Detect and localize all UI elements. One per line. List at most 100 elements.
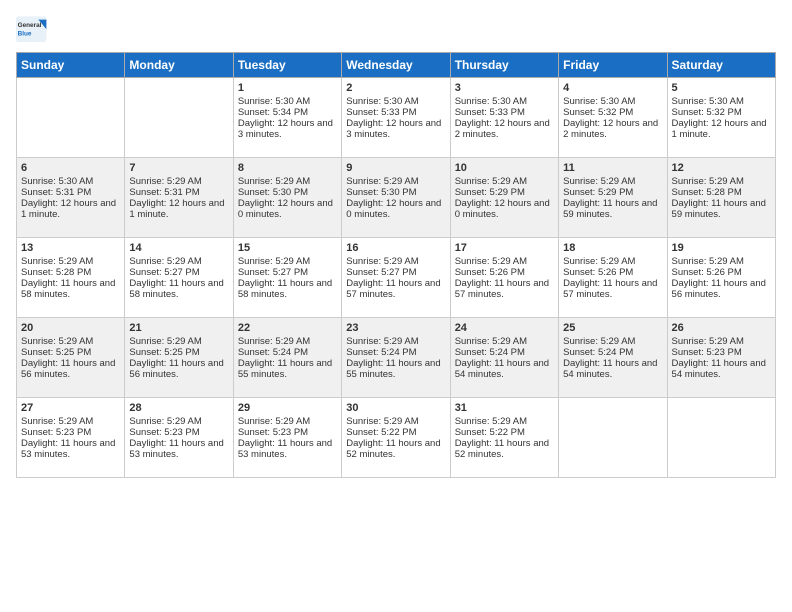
day-info: Daylight: 12 hours and 2 minutes. [563, 118, 662, 140]
day-info: Daylight: 11 hours and 53 minutes. [238, 438, 337, 460]
day-info: Daylight: 12 hours and 0 minutes. [238, 198, 337, 220]
calendar-day [17, 78, 125, 158]
day-info: Sunset: 5:27 PM [346, 267, 445, 278]
day-info: Sunrise: 5:29 AM [21, 416, 120, 427]
day-info: Daylight: 11 hours and 53 minutes. [21, 438, 120, 460]
day-info: Sunrise: 5:29 AM [129, 336, 228, 347]
day-info: Daylight: 11 hours and 53 minutes. [129, 438, 228, 460]
day-info: Daylight: 11 hours and 54 minutes. [672, 358, 771, 380]
day-info: Daylight: 12 hours and 0 minutes. [346, 198, 445, 220]
day-number: 11 [563, 162, 662, 174]
day-number: 6 [21, 162, 120, 174]
day-info: Sunset: 5:26 PM [455, 267, 554, 278]
day-info: Sunset: 5:23 PM [238, 427, 337, 438]
day-info: Sunrise: 5:29 AM [563, 256, 662, 267]
day-info: Sunrise: 5:30 AM [455, 96, 554, 107]
calendar-header-tuesday: Tuesday [233, 53, 341, 78]
day-info: Sunset: 5:33 PM [455, 107, 554, 118]
calendar-day: 15Sunrise: 5:29 AMSunset: 5:27 PMDayligh… [233, 238, 341, 318]
calendar-day: 22Sunrise: 5:29 AMSunset: 5:24 PMDayligh… [233, 318, 341, 398]
day-info: Sunrise: 5:29 AM [563, 176, 662, 187]
svg-text:General: General [18, 22, 42, 29]
calendar-day: 23Sunrise: 5:29 AMSunset: 5:24 PMDayligh… [342, 318, 450, 398]
calendar-day: 16Sunrise: 5:29 AMSunset: 5:27 PMDayligh… [342, 238, 450, 318]
day-info: Daylight: 11 hours and 56 minutes. [21, 358, 120, 380]
calendar-day [125, 78, 233, 158]
day-info: Sunset: 5:24 PM [455, 347, 554, 358]
calendar-day: 2 Sunrise: 5:30 AMSunset: 5:33 PMDaylight… [342, 78, 450, 158]
day-info: Daylight: 11 hours and 58 minutes. [238, 278, 337, 300]
day-info: Sunrise: 5:29 AM [672, 176, 771, 187]
day-number: 17 [455, 242, 554, 254]
calendar-day: 31Sunrise: 5:29 AMSunset: 5:22 PMDayligh… [450, 398, 558, 478]
day-number: 4 [563, 82, 662, 94]
day-info: Sunrise: 5:30 AM [672, 96, 771, 107]
calendar-day: 29 Sunrise: 5:29 AMSunset: 5:23 PMDayligh… [233, 398, 341, 478]
day-number: 2 [346, 82, 445, 94]
day-info: Sunrise: 5:29 AM [21, 256, 120, 267]
day-number: 27 [21, 402, 120, 414]
day-info: Sunrise: 5:29 AM [672, 256, 771, 267]
day-info: Sunrise: 5:30 AM [346, 96, 445, 107]
day-info: Sunrise: 5:29 AM [672, 336, 771, 347]
day-info: Sunset: 5:22 PM [346, 427, 445, 438]
day-info: Sunset: 5:29 PM [455, 187, 554, 198]
day-number: 26 [672, 322, 771, 334]
day-info: Sunrise: 5:29 AM [455, 176, 554, 187]
calendar-day: 21Sunrise: 5:29 AMSunset: 5:25 PMDayligh… [125, 318, 233, 398]
day-info: Daylight: 11 hours and 57 minutes. [455, 278, 554, 300]
calendar-week-2: 6Sunrise: 5:30 AMSunset: 5:31 PMDaylight… [17, 158, 776, 238]
calendar-day [667, 398, 775, 478]
day-info: Sunrise: 5:29 AM [129, 176, 228, 187]
calendar-day: 9Sunrise: 5:29 AMSunset: 5:30 PMDaylight… [342, 158, 450, 238]
day-info: Sunrise: 5:29 AM [455, 256, 554, 267]
day-info: Sunset: 5:34 PM [238, 107, 337, 118]
day-number: 29 [238, 402, 337, 414]
day-info: Sunset: 5:30 PM [346, 187, 445, 198]
calendar-week-5: 27Sunrise: 5:29 AMSunset: 5:23 PMDayligh… [17, 398, 776, 478]
day-info: Sunset: 5:27 PM [129, 267, 228, 278]
day-info: Daylight: 11 hours and 55 minutes. [346, 358, 445, 380]
calendar-day: 1Sunrise: 5:30 AMSunset: 5:34 PMDaylight… [233, 78, 341, 158]
calendar-day: 17 Sunrise: 5:29 AMSunset: 5:26 PMDayligh… [450, 238, 558, 318]
day-number: 5 [672, 82, 771, 94]
day-info: Sunrise: 5:29 AM [238, 176, 337, 187]
day-info: Daylight: 12 hours and 0 minutes. [455, 198, 554, 220]
day-info: Sunset: 5:27 PM [238, 267, 337, 278]
day-info: Sunset: 5:22 PM [455, 427, 554, 438]
day-info: Daylight: 12 hours and 3 minutes. [346, 118, 445, 140]
day-info: Sunset: 5:24 PM [238, 347, 337, 358]
calendar-day: 6Sunrise: 5:30 AMSunset: 5:31 PMDaylight… [17, 158, 125, 238]
calendar-day: 24Sunrise: 5:29 AMSunset: 5:24 PMDayligh… [450, 318, 558, 398]
day-info: Daylight: 12 hours and 1 minute. [21, 198, 120, 220]
calendar-day: 30Sunrise: 5:29 AMSunset: 5:22 PMDayligh… [342, 398, 450, 478]
day-info: Daylight: 12 hours and 1 minute. [129, 198, 228, 220]
day-info: Sunrise: 5:29 AM [455, 336, 554, 347]
day-info: Sunset: 5:23 PM [21, 427, 120, 438]
logo: General Blue [16, 16, 48, 44]
day-info: Sunrise: 5:29 AM [238, 336, 337, 347]
day-info: Sunrise: 5:29 AM [346, 336, 445, 347]
calendar-day: 20Sunrise: 5:29 AMSunset: 5:25 PMDayligh… [17, 318, 125, 398]
day-number: 20 [21, 322, 120, 334]
day-info: Sunrise: 5:29 AM [346, 416, 445, 427]
svg-text:Blue: Blue [18, 31, 32, 38]
logo-icon: General Blue [16, 16, 48, 44]
calendar-week-1: 1Sunrise: 5:30 AMSunset: 5:34 PMDaylight… [17, 78, 776, 158]
day-info: Sunrise: 5:29 AM [238, 416, 337, 427]
day-number: 16 [346, 242, 445, 254]
calendar-day: 4Sunrise: 5:30 AMSunset: 5:32 PMDaylight… [559, 78, 667, 158]
calendar-day: 28Sunrise: 5:29 AMSunset: 5:23 PMDayligh… [125, 398, 233, 478]
day-info: Sunrise: 5:29 AM [346, 256, 445, 267]
day-info: Sunset: 5:33 PM [346, 107, 445, 118]
calendar-day: 19Sunrise: 5:29 AMSunset: 5:26 PMDayligh… [667, 238, 775, 318]
calendar-day: 25Sunrise: 5:29 AMSunset: 5:24 PMDayligh… [559, 318, 667, 398]
day-info: Sunset: 5:28 PM [672, 187, 771, 198]
day-info: Sunset: 5:28 PM [21, 267, 120, 278]
page-header: General Blue [16, 16, 776, 44]
calendar-day: 10Sunrise: 5:29 AMSunset: 5:29 PMDayligh… [450, 158, 558, 238]
day-number: 23 [346, 322, 445, 334]
day-info: Daylight: 11 hours and 59 minutes. [563, 198, 662, 220]
day-info: Daylight: 11 hours and 55 minutes. [238, 358, 337, 380]
day-number: 19 [672, 242, 771, 254]
